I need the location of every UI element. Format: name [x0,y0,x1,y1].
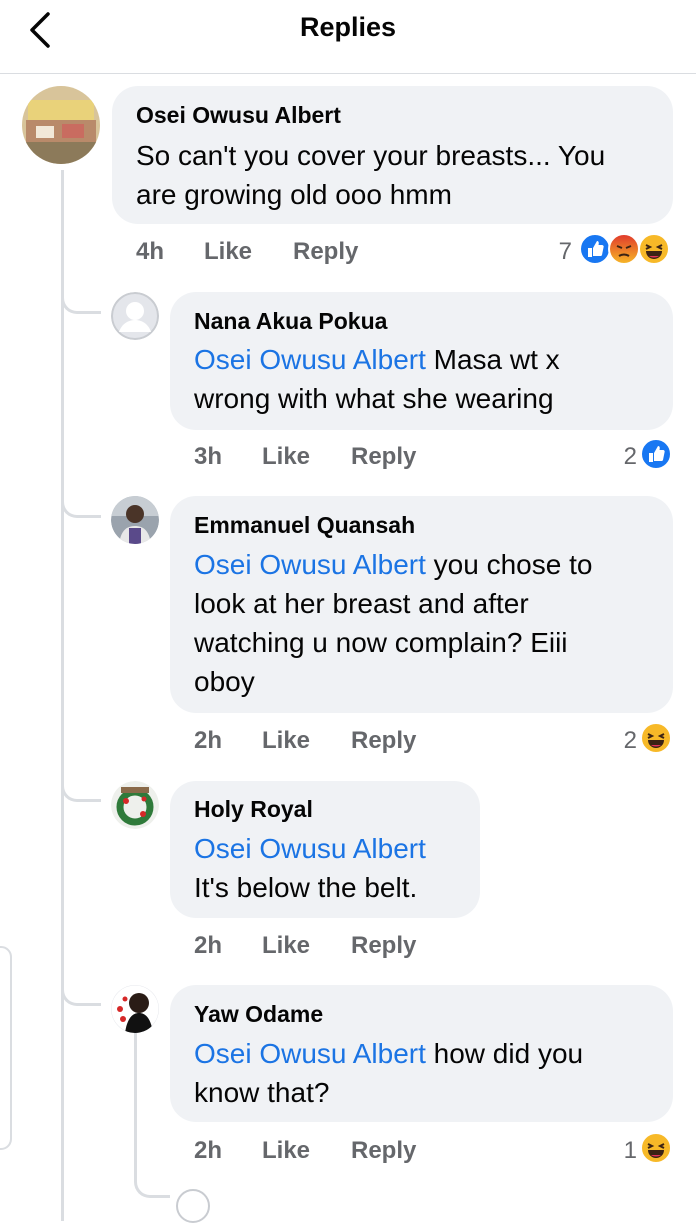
like-button[interactable]: Like [262,443,310,471]
reaction-count[interactable]: 1 [607,1137,637,1165]
thread-connector [61,960,101,1006]
comment-time: 2h [194,1137,223,1164]
reply-avatar-placeholder[interactable] [176,1189,210,1223]
angry-reaction-icon [608,233,640,270]
mention-link[interactable]: Osei Owusu Albert [194,1038,426,1069]
like-button[interactable]: Like [262,727,310,755]
overlay-edge [0,946,12,1150]
avatar[interactable] [22,86,100,164]
haha-reaction-icon [640,1132,672,1169]
thread-line [61,170,64,1221]
comment-author[interactable]: Emmanuel Quansah [194,512,415,539]
thread-connector [61,756,101,802]
reply-button[interactable]: Reply [351,1137,416,1165]
mention-link[interactable]: Osei Owusu Albert [194,833,426,864]
comment-time: 2h [194,727,223,754]
comment-text: Osei Owusu Albert It's below the belt. [194,833,426,903]
comment-author[interactable]: Holy Royal [194,796,313,823]
avatar[interactable] [111,496,159,544]
haha-reaction-icon [638,233,670,270]
comment-text: Osei Owusu Albert how did you know that? [194,1038,584,1108]
thread-connector [134,1170,170,1198]
thread-connector [61,262,101,314]
comment-time: 3h [194,443,223,470]
haha-reaction-icon [640,722,672,759]
like-reaction-icon [640,438,672,475]
reply-button[interactable]: Reply [351,443,416,471]
comment-text: So can't you cover your breasts... You a… [136,140,606,210]
comment-author[interactable]: Yaw Odame [194,1001,323,1028]
reply-button[interactable]: Reply [351,932,416,960]
mention-link[interactable]: Osei Owusu Albert [194,344,426,375]
avatar[interactable] [111,292,159,340]
reaction-count[interactable]: 2 [607,443,637,471]
reaction-count[interactable]: 7 [542,238,572,266]
thread-connector [61,470,101,518]
like-button[interactable]: Like [262,1137,310,1165]
reply-button[interactable]: Reply [293,238,358,266]
like-button[interactable]: Like [262,932,310,960]
comment-author[interactable]: Osei Owusu Albert [136,102,341,129]
comment-author[interactable]: Nana Akua Pokua [194,308,387,335]
comment-time: 4h [136,238,165,265]
avatar[interactable] [111,985,159,1033]
like-button[interactable]: Like [204,238,252,266]
thread-line [134,1030,137,1180]
comment-text: Osei Owusu Albert Masa wt x wrong with w… [194,344,560,414]
header-bar: Replies [0,0,696,74]
reaction-count[interactable]: 2 [607,727,637,755]
reply-button[interactable]: Reply [351,727,416,755]
page-title: Replies [299,12,397,42]
comment-text: Osei Owusu Albert you chose to look at h… [194,549,593,697]
mention-link[interactable]: Osei Owusu Albert [194,549,426,580]
like-reaction-icon [579,233,611,270]
comment-time: 2h [194,932,223,959]
avatar[interactable] [111,781,159,829]
